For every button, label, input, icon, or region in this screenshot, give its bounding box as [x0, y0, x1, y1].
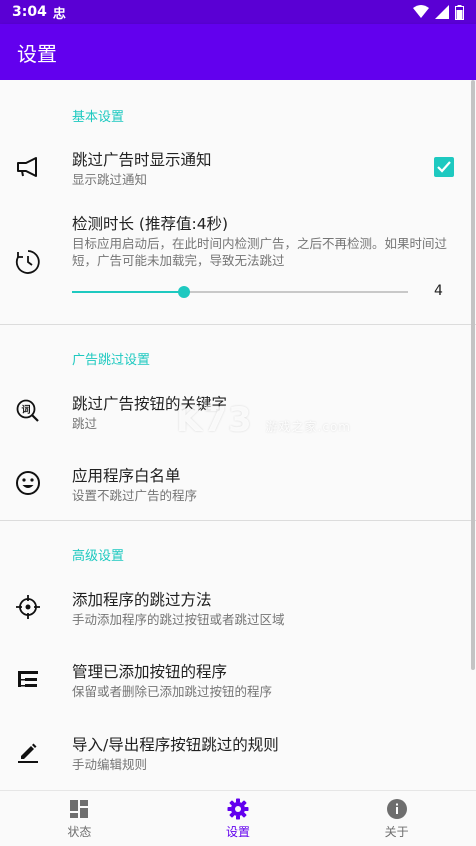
nav-about[interactable]: 关于	[317, 791, 476, 846]
setting-whitelist[interactable]: 应用程序白名单 设置不跳过广告的程序	[0, 454, 476, 514]
watermark-main: K73	[176, 400, 253, 440]
setting-title: 应用程序白名单	[72, 467, 181, 485]
nav-label: 设置	[226, 824, 251, 839]
duration-slider[interactable]	[72, 286, 408, 298]
divider	[0, 324, 476, 325]
setting-subtitle: 目标应用启动后，在此时间内检测广告，之后不再检测。如果时间过短，广告可能未加载完…	[72, 236, 448, 268]
setting-title: 管理已添加按钮的程序	[72, 663, 228, 681]
nav-label: 关于	[384, 824, 409, 839]
setting-subtitle: 保留或者删除已添加跳过按钮的程序	[72, 684, 273, 699]
wifi-icon	[413, 5, 429, 18]
setting-title: 添加程序的跳过方法	[72, 591, 212, 609]
setting-subtitle: 显示跳过通知	[72, 172, 148, 187]
setting-detection-duration[interactable]: 检测时长 (推荐值:4秒) 目标应用启动后，在此时间内检测广告，之后不再检测。如…	[0, 208, 476, 308]
info-icon	[386, 798, 408, 820]
bottom-navigation: 状态 设置 关于	[0, 790, 476, 846]
word-search-icon: 词	[14, 397, 42, 425]
section-header-basic: 基本设置	[72, 110, 125, 125]
slider-fill	[72, 291, 184, 293]
dashboard-icon	[68, 798, 90, 820]
gear-icon	[227, 798, 249, 820]
show-notification-checkbox[interactable]	[434, 157, 454, 177]
setting-add-method[interactable]: 添加程序的跳过方法 手动添加程序的跳过按钮或者跳过区域	[0, 578, 476, 638]
section-header-advanced: 高级设置	[72, 549, 125, 564]
crosshair-icon	[14, 593, 42, 621]
page-title: 设置	[17, 41, 57, 66]
duration-value: 4	[434, 283, 443, 299]
setting-subtitle: 设置不跳过广告的程序	[72, 488, 198, 503]
setting-manage-apps[interactable]: 管理已添加按钮的程序 保留或者删除已添加跳过按钮的程序	[0, 650, 476, 710]
status-bar: 3:04 忠	[0, 0, 476, 24]
app-bar: 设置	[0, 24, 476, 80]
watermark-domain: .com	[317, 420, 351, 434]
slider-thumb[interactable]	[177, 286, 190, 298]
timer-icon	[14, 248, 42, 276]
setting-title: 检测时长 (推荐值:4秒)	[72, 215, 229, 233]
setting-subtitle: 手动编辑规则	[72, 757, 148, 772]
setting-subtitle: 手动添加程序的跳过按钮或者跳过区域	[72, 612, 285, 627]
section-header-adskip: 广告跳过设置	[72, 353, 151, 368]
setting-title: 导入/导出程序按钮跳过的规则	[72, 736, 279, 754]
setting-title: 跳过广告时显示通知	[72, 151, 212, 169]
settings-list[interactable]: 基本设置 跳过广告时显示通知 显示跳过通知 检测时长 (推荐值:4秒) 目标应用…	[0, 80, 476, 790]
nav-settings[interactable]: 设置	[159, 791, 318, 846]
watermark-logo: K73 游戏之家.com	[176, 400, 351, 440]
scrollbar[interactable]	[471, 80, 475, 670]
notification-glyph: 忠	[52, 6, 66, 22]
signal-icon	[435, 5, 449, 19]
watermark-small: 游戏之家	[265, 420, 318, 434]
edit-pencil-icon	[14, 738, 42, 766]
status-icons	[413, 4, 464, 20]
setting-import-export[interactable]: 导入/导出程序按钮跳过的规则 手动编辑规则	[0, 723, 476, 783]
status-time: 3:04	[12, 4, 47, 20]
nav-status[interactable]: 状态	[0, 791, 159, 846]
setting-show-notification[interactable]: 跳过广告时显示通知 显示跳过通知	[0, 138, 476, 198]
divider	[0, 520, 476, 521]
tree-list-icon	[14, 665, 42, 693]
megaphone-icon	[14, 153, 42, 181]
battery-icon	[455, 4, 464, 20]
svg-text:词: 词	[21, 404, 30, 416]
smiley-icon	[14, 469, 42, 497]
nav-label: 状态	[67, 824, 92, 839]
